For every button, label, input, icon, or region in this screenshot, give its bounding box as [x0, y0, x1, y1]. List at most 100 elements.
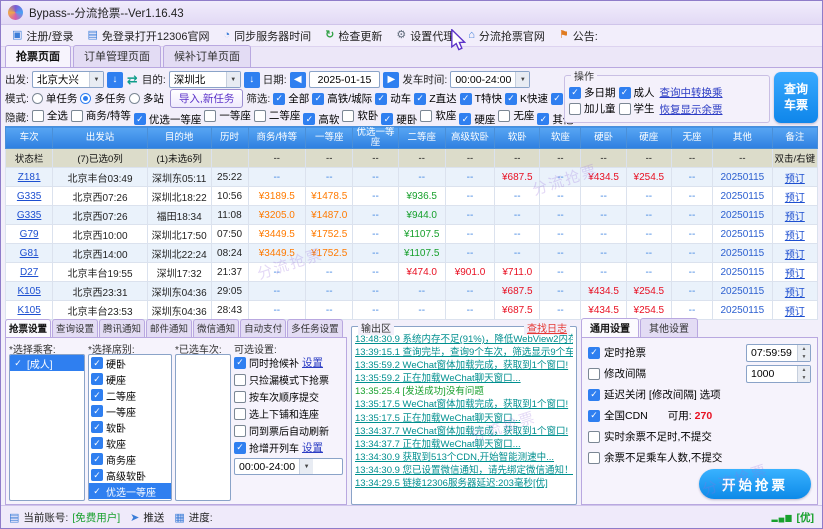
train-row[interactable]: G81北京西14:00深圳北22:2408:24¥3449.5¥1752.5--…: [6, 244, 818, 263]
train-row[interactable]: G79北京西10:00深圳北17:5007:50¥3449.5¥1752.5--…: [6, 225, 818, 244]
depart-time-select[interactable]: 00:00-24:00▼: [450, 71, 530, 88]
mode-radio[interactable]: 多站: [129, 91, 164, 106]
hide-checkbox[interactable]: 全选: [32, 108, 68, 123]
book-link[interactable]: 预订: [772, 225, 817, 244]
column-header[interactable]: 高级软卧: [445, 127, 494, 149]
option-settings-link[interactable]: 设置: [302, 440, 323, 455]
seat-item[interactable]: ✓商务座: [89, 451, 171, 467]
seat-item[interactable]: ✓二等座: [89, 387, 171, 403]
train-number-link[interactable]: D27: [6, 263, 53, 282]
setting-item[interactable]: ✓延迟关闭 [修改间隔] 选项: [588, 384, 811, 405]
settings-tab[interactable]: 微信通知: [193, 319, 239, 337]
settings-tab[interactable]: 腾讯通知: [99, 319, 145, 337]
seat-item[interactable]: ✓软座: [89, 435, 171, 451]
selected-trains-listbox[interactable]: [175, 354, 231, 501]
filter-checkbox[interactable]: ✓T特快: [460, 91, 502, 106]
setting-item[interactable]: ✓定时抢票07:59:59▲▼: [588, 342, 811, 363]
train-number-link[interactable]: G79: [6, 225, 53, 244]
filter-checkbox[interactable]: ✓K快速: [505, 91, 548, 106]
hide-checkbox[interactable]: 无座: [498, 108, 534, 123]
ops-checkbox[interactable]: ✓多日期: [569, 85, 616, 100]
from-history-button[interactable]: ↓: [107, 72, 123, 88]
filter-checkbox[interactable]: ✓Z直达: [414, 91, 456, 106]
train-number-link[interactable]: K105: [6, 301, 53, 320]
spinner-input[interactable]: 1000▲▼: [746, 365, 811, 383]
seat-item[interactable]: ✓硬座: [89, 371, 171, 387]
column-header[interactable]: 软座: [540, 127, 581, 149]
import-new-task-button[interactable]: 导入,新任务: [170, 89, 243, 108]
seat-item[interactable]: ✓硬卧: [89, 355, 171, 371]
general-settings-tab[interactable]: 通用设置: [581, 318, 639, 337]
hide-checkbox[interactable]: 二等座: [254, 108, 301, 123]
menu-item[interactable]: ⚑公告:: [552, 26, 605, 46]
book-link[interactable]: 预订: [772, 168, 817, 187]
date-field[interactable]: 2025-01-15: [309, 71, 381, 88]
ops-checkbox[interactable]: 学生: [619, 101, 655, 116]
ops-checkbox[interactable]: ✓成人: [619, 85, 655, 100]
column-header[interactable]: 目的地: [147, 127, 211, 149]
column-header[interactable]: 其他: [713, 127, 773, 149]
column-header[interactable]: 硬座: [626, 127, 671, 149]
settings-tab[interactable]: 邮件通知: [146, 319, 192, 337]
train-row[interactable]: G335北京西07:26深圳北18:2210:56¥3189.5¥1478.5-…: [6, 187, 818, 206]
setting-item[interactable]: 实时余票不足时,不提交: [588, 426, 811, 447]
menu-item[interactable]: ⌂分流抢票官网: [461, 26, 552, 46]
find-log-link[interactable]: 查找日志: [524, 320, 570, 335]
seat-item[interactable]: ✓优选一等座: [89, 483, 171, 499]
hide-checkbox[interactable]: ✓优选一等座: [134, 112, 202, 127]
book-link[interactable]: 预订: [772, 187, 817, 206]
to-station-select[interactable]: 深圳北▼: [169, 71, 241, 88]
menu-item[interactable]: ↻检查更新: [318, 26, 389, 46]
spin-down-icon[interactable]: ▼: [798, 353, 810, 361]
option-item[interactable]: 同到票后自动刷新: [234, 422, 343, 439]
train-number-link[interactable]: K105: [6, 282, 53, 301]
train-row[interactable]: D27北京丰台19:55深圳17:3221:37------¥474.0¥901…: [6, 263, 818, 282]
menu-item[interactable]: ▣注册/登录: [5, 26, 80, 46]
book-link[interactable]: 预订: [772, 244, 817, 263]
column-header[interactable]: 商务/特等: [248, 127, 306, 149]
swap-stations-icon[interactable]: ⇄: [126, 72, 139, 88]
column-header[interactable]: 无座: [671, 127, 712, 149]
passenger-item[interactable]: ✓[成人]: [10, 355, 84, 371]
column-header[interactable]: 历时: [211, 127, 248, 149]
seat-item[interactable]: ✓一等座: [89, 403, 171, 419]
hide-checkbox[interactable]: 软卧: [342, 108, 378, 123]
ops-checkbox[interactable]: 加儿童: [569, 101, 616, 116]
spin-up-icon[interactable]: ▲: [798, 345, 810, 353]
hide-checkbox[interactable]: ✓硬卧: [381, 112, 417, 127]
train-row[interactable]: 状态栏(7)已选0列(1)未选6列----------------------双…: [6, 149, 818, 168]
seat-listbox[interactable]: ✓硬卧✓硬座✓二等座✓一等座✓软卧✓软座✓商务座✓高级软卧✓优选一等座: [88, 354, 172, 501]
grab-time-range-select[interactable]: 00:00-24:00▼: [234, 458, 343, 475]
train-number-link[interactable]: G81: [6, 244, 53, 263]
option-settings-link[interactable]: 设置: [302, 355, 323, 370]
option-item[interactable]: ✓同时抢候补设置: [234, 354, 343, 371]
passenger-listbox[interactable]: ✓[成人]: [9, 354, 85, 501]
option-item[interactable]: 按车次顺序提交: [234, 388, 343, 405]
column-header[interactable]: 一等座: [306, 127, 353, 149]
menu-item[interactable]: ⚙设置代理: [389, 26, 461, 46]
setting-item[interactable]: 余票不足乘车人数,不提交: [588, 447, 811, 468]
setting-item[interactable]: ✓全国CDN可用:270: [588, 405, 811, 426]
column-header[interactable]: 优选一等座: [353, 127, 398, 149]
column-header[interactable]: 出发站: [53, 127, 148, 149]
from-station-select[interactable]: 北京大兴▼: [32, 71, 104, 88]
spin-down-icon[interactable]: ▼: [798, 374, 810, 382]
settings-tab[interactable]: 抢票设置: [5, 319, 51, 337]
general-settings-tab[interactable]: 其他设置: [640, 318, 698, 337]
hide-checkbox[interactable]: ✓硬座: [459, 112, 495, 127]
hide-checkbox[interactable]: 软座: [420, 108, 456, 123]
train-row[interactable]: Z181北京丰台03:49深圳东05:1125:22----------¥687…: [6, 168, 818, 187]
train-row[interactable]: G335北京西07:26福田18:3411:08¥3205.0¥1487.0--…: [6, 206, 818, 225]
seat-item[interactable]: ✓高级软卧: [89, 467, 171, 483]
spin-up-icon[interactable]: ▲: [798, 366, 810, 374]
start-grab-button[interactable]: 开始抢票: [699, 469, 811, 499]
push-toggle[interactable]: ➤推送: [130, 510, 164, 525]
book-link[interactable]: 预订: [772, 263, 817, 282]
book-link[interactable]: 预订: [772, 206, 817, 225]
option-item[interactable]: 选上下铺和连座: [234, 405, 343, 422]
train-number-link[interactable]: G335: [6, 187, 53, 206]
train-row[interactable]: K105北京丰台23:53深圳东04:3628:43----------¥687…: [6, 301, 818, 320]
column-header[interactable]: 备注: [772, 127, 817, 149]
mode-radio[interactable]: 多任务: [80, 91, 126, 106]
train-number-link[interactable]: Z181: [6, 168, 53, 187]
